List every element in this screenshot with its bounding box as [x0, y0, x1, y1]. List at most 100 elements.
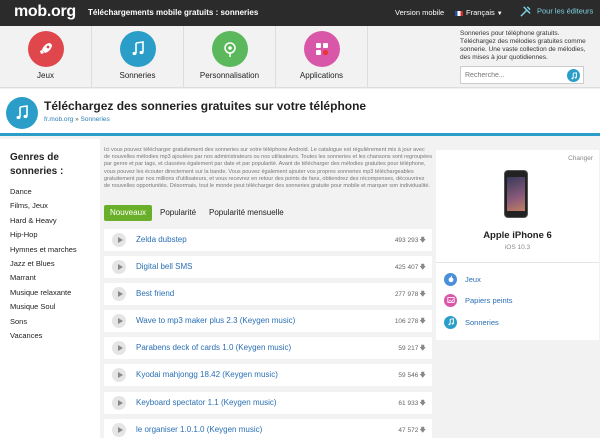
genre-list: Dance Films, Jeux Hard & Heavy Hip-Hop H… [10, 185, 100, 343]
device-link-wallpapers[interactable]: Papiers peints [444, 293, 513, 307]
play-button[interactable] [112, 287, 126, 302]
download-arrow-icon: 🡇 [419, 237, 426, 244]
ringtone-row: Wave to mp3 maker plus 2.3 (Keygen music… [104, 310, 432, 333]
genre-item[interactable]: Jazz et Blues [10, 257, 100, 271]
download-count: 61 933🡇 [398, 399, 426, 410]
apple-icon [444, 272, 457, 286]
music-note-icon [570, 71, 577, 79]
ringtone-title[interactable]: Kyodai mahjongg 18.42 (Keygen music) [136, 370, 278, 379]
top-bar: mob.org Téléchargements mobile gratuits … [0, 0, 600, 26]
ringtone-row: Parabens deck of cards 1.0 (Keygen music… [104, 337, 432, 360]
category-personalisation[interactable]: Personnalisation [184, 26, 276, 88]
play-icon [117, 264, 123, 271]
play-button[interactable] [112, 314, 126, 329]
download-count-value: 106 278 [394, 318, 419, 326]
download-count: 106 278🡇 [395, 317, 426, 328]
wallpaper-icon [444, 293, 457, 307]
play-button[interactable] [112, 422, 126, 437]
ringtone-title[interactable]: Parabens deck of cards 1.0 (Keygen music… [136, 343, 291, 352]
catalog-description: Ici vous pouvez télécharger gratuitement… [104, 147, 432, 190]
main-content: Ici vous pouvez télécharger gratuitement… [104, 139, 432, 438]
editors-link[interactable]: Pour les éditeurs [520, 6, 593, 17]
language-selector[interactable]: Français ▼ [455, 8, 503, 17]
tab-new[interactable]: Nouveaux [104, 205, 153, 221]
play-icon [117, 399, 123, 406]
play-button[interactable] [112, 368, 126, 383]
page-heading: Téléchargements mobile gratuits : sonner… [88, 8, 259, 17]
device-model: Apple iPhone 6 [483, 230, 552, 241]
breadcrumb-current[interactable]: Sonneries [81, 116, 110, 123]
play-button[interactable] [112, 341, 126, 356]
chevron-down-icon: ▼ [496, 11, 503, 17]
search-input[interactable] [461, 67, 561, 83]
play-button[interactable] [112, 233, 126, 247]
download-count: 425 407🡇 [395, 263, 426, 274]
france-flag-icon [455, 10, 463, 16]
category-ringtones[interactable]: Sonneries [92, 26, 184, 88]
ringtone-title[interactable]: Digital bell SMS [136, 262, 192, 271]
device-link-label: Jeux [465, 274, 481, 284]
tab-popularity[interactable]: Popularité [154, 205, 202, 221]
device-link-label: Papiers peints [465, 295, 513, 305]
device-link-label: Sonneries [465, 317, 499, 327]
play-button[interactable] [112, 395, 126, 410]
breadcrumb: fr.mob.org » Sonneries [44, 116, 110, 123]
ringtone-title[interactable]: Keyboard spectator 1.1 (Keygen music) [136, 398, 277, 407]
download-arrow-icon: 🡇 [419, 264, 426, 272]
play-icon [117, 345, 123, 352]
change-device-link[interactable]: Changer [568, 155, 593, 162]
download-count-value: 59 217 [398, 345, 419, 353]
category-label: Sonneries [119, 71, 156, 80]
ringtone-title[interactable]: le organiser 1.0.1.0 (Keygen music) [136, 425, 262, 434]
ringtone-title[interactable]: Best friend [136, 289, 174, 298]
genre-item[interactable]: Vacances [10, 329, 100, 343]
language-label: Français [466, 8, 495, 17]
genre-item[interactable]: Films, Jeux [10, 199, 100, 213]
download-count-value: 47 572 [398, 426, 419, 434]
genre-item[interactable]: Hard & Heavy [10, 214, 100, 228]
genre-sidebar: Genres de sonneries : Dance Films, Jeux … [0, 139, 100, 438]
download-count-value: 59 546 [398, 372, 419, 380]
phone-screen [507, 177, 525, 211]
editors-label: Pour les éditeurs [537, 6, 594, 16]
category-applications[interactable]: Applications [276, 26, 368, 88]
genre-item[interactable]: Hymnes et marches [10, 243, 100, 257]
play-icon [117, 291, 123, 298]
genre-item[interactable]: Musique Soul [10, 300, 100, 314]
mobile-version-link[interactable]: Version mobile [395, 8, 444, 17]
play-button[interactable] [112, 260, 126, 275]
download-arrow-icon: 🡇 [419, 399, 426, 407]
ringtone-row: Best friend 277 978🡇 [104, 283, 432, 306]
device-link-games[interactable]: Jeux [444, 272, 481, 286]
download-arrow-icon: 🡇 [419, 291, 426, 299]
genre-item[interactable]: Dance [10, 185, 100, 199]
genre-item[interactable]: Marrant [10, 271, 100, 285]
ringtone-title[interactable]: Wave to mp3 maker plus 2.3 (Keygen music… [136, 316, 295, 325]
phone-image [504, 170, 528, 218]
play-icon [117, 426, 123, 433]
download-count-value: 425 407 [394, 264, 419, 272]
play-icon [117, 372, 123, 379]
genre-item[interactable]: Musique relaxante [10, 286, 100, 300]
genre-item[interactable]: Sons [10, 315, 100, 329]
ringtone-row: Kyodai mahjongg 18.42 (Keygen music) 59 5… [104, 364, 432, 387]
category-nav: Jeux Sonneries Personnalisation Applicat… [0, 26, 600, 88]
page-header: Téléchargez des sonneries gratuites sur … [0, 89, 600, 136]
rocket-icon [27, 31, 64, 67]
category-games[interactable]: Jeux [0, 26, 92, 88]
ringtone-row: Keyboard spectator 1.1 (Keygen music) 61 … [104, 391, 432, 414]
tab-monthly-popularity[interactable]: Popularité mensuelle [203, 205, 290, 221]
ringtone-title[interactable]: Zelda dubstep [136, 235, 187, 244]
category-label: Applications [299, 71, 344, 80]
search-button[interactable] [567, 69, 580, 82]
device-link-ringtones[interactable]: Sonneries [444, 315, 499, 329]
download-arrow-icon: 🡇 [419, 372, 426, 380]
ringtone-list: Zelda dubstep 493 293🡇 Digital bell SMS 42… [104, 229, 432, 438]
download-arrow-icon: 🡇 [419, 426, 426, 434]
page-title: Téléchargez des sonneries gratuites sur … [44, 99, 367, 113]
ringtone-row: Zelda dubstep 493 293🡇 [104, 229, 432, 251]
breadcrumb-home[interactable]: fr.mob.org [44, 116, 73, 123]
site-logo[interactable]: mob.org [14, 3, 76, 21]
genre-item[interactable]: Hip-Hop [10, 228, 100, 242]
tools-icon [520, 6, 531, 17]
